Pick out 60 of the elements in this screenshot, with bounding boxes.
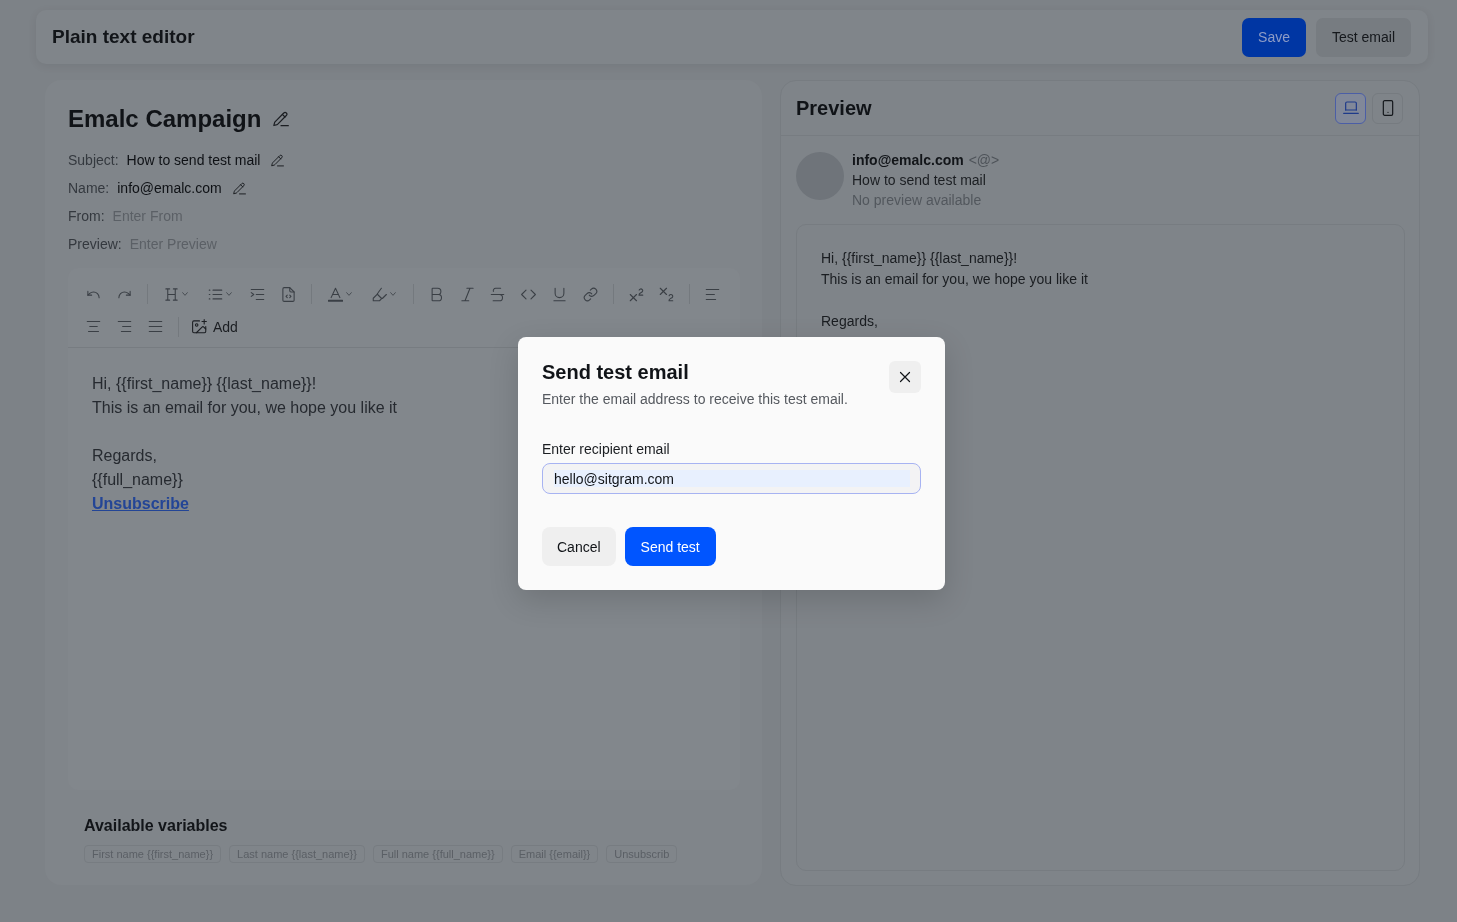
- align-center-icon: [86, 319, 101, 335]
- file-code-icon: [280, 286, 296, 302]
- chevron-down-icon: [224, 290, 233, 299]
- pencil-icon[interactable]: [271, 153, 285, 167]
- variables-heading: Available variables: [84, 816, 228, 836]
- field-label: Subject:: [68, 152, 119, 168]
- email-text-line: Regards,: [821, 312, 878, 331]
- subscript-icon: [659, 286, 675, 302]
- field-value: How to send test mail: [126, 152, 261, 168]
- close-button[interactable]: [889, 361, 921, 393]
- cancel-button[interactable]: Cancel: [542, 527, 616, 566]
- chevron-down-icon: [180, 290, 189, 299]
- link-icon: [582, 286, 598, 302]
- dialog-title: Send test email: [542, 361, 689, 383]
- list-icon: [207, 286, 223, 302]
- view-mode-toggle[interactable]: [1372, 92, 1403, 124]
- close-icon: [899, 371, 911, 383]
- campaign-title: Emalc Campaign: [68, 104, 262, 134]
- pencil-icon[interactable]: [232, 181, 246, 195]
- email-subject: How to send test mail: [852, 171, 986, 190]
- send-test-button[interactable]: Send test: [624, 527, 716, 566]
- field-label: From:: [68, 208, 105, 224]
- preview-title: Preview: [796, 96, 872, 120]
- view-mode-toggle[interactable]: [1335, 92, 1366, 124]
- justify-icon: [148, 319, 163, 335]
- heading-icon: [163, 286, 179, 302]
- field-label: Enter recipient email: [542, 440, 670, 459]
- text-color-icon: [327, 286, 343, 302]
- field-value: info@emalc.com: [117, 180, 222, 196]
- chevron-down-icon: [344, 290, 353, 299]
- image-plus-icon: [192, 319, 207, 335]
- unsubscribe-link[interactable]: Unsubscribe: [92, 495, 189, 512]
- align-right-icon: [117, 319, 132, 335]
- underline-icon: [551, 286, 567, 302]
- email-text-line: {{full_name}}: [92, 470, 183, 490]
- field-label: Preview:: [68, 236, 122, 252]
- email-text-line: Hi, {{first_name}} {{last_name}}!: [821, 249, 1018, 268]
- dialog-description: Enter the email address to receive this test email.: [542, 390, 848, 409]
- laptop-icon: [1342, 100, 1359, 116]
- indent-icon: [249, 286, 265, 302]
- email-text-line: This is an email for you, we hope you like it: [821, 270, 1088, 289]
- align-left-icon: [705, 286, 721, 302]
- pencil-icon[interactable]: [273, 111, 290, 127]
- italic-icon: [459, 286, 475, 302]
- chevron-down-icon: [388, 290, 397, 299]
- add-image-button[interactable]: Add: [186, 311, 244, 342]
- sender-address: <@>: [968, 151, 1000, 170]
- email-text-line: Hi, {{first_name}} {{last_name}}!: [92, 374, 317, 394]
- email-text-line: Regards,: [92, 446, 157, 466]
- superscript-icon: [628, 286, 644, 302]
- email-text-line: This is an email for you, we hope you like it: [92, 398, 398, 418]
- highlighter-icon: [371, 286, 387, 302]
- test-email-button[interactable]: Test email: [1315, 17, 1411, 57]
- email-input[interactable]: hello@sitgram.com: [542, 463, 921, 494]
- page-title: Plain text editor: [52, 26, 195, 48]
- field-label: Name:: [68, 180, 110, 196]
- save-button[interactable]: Save: [1242, 17, 1306, 57]
- strikethrough-icon: [490, 286, 506, 302]
- bold-icon: [428, 286, 444, 302]
- sender-email: info@emalc.com: [852, 151, 964, 170]
